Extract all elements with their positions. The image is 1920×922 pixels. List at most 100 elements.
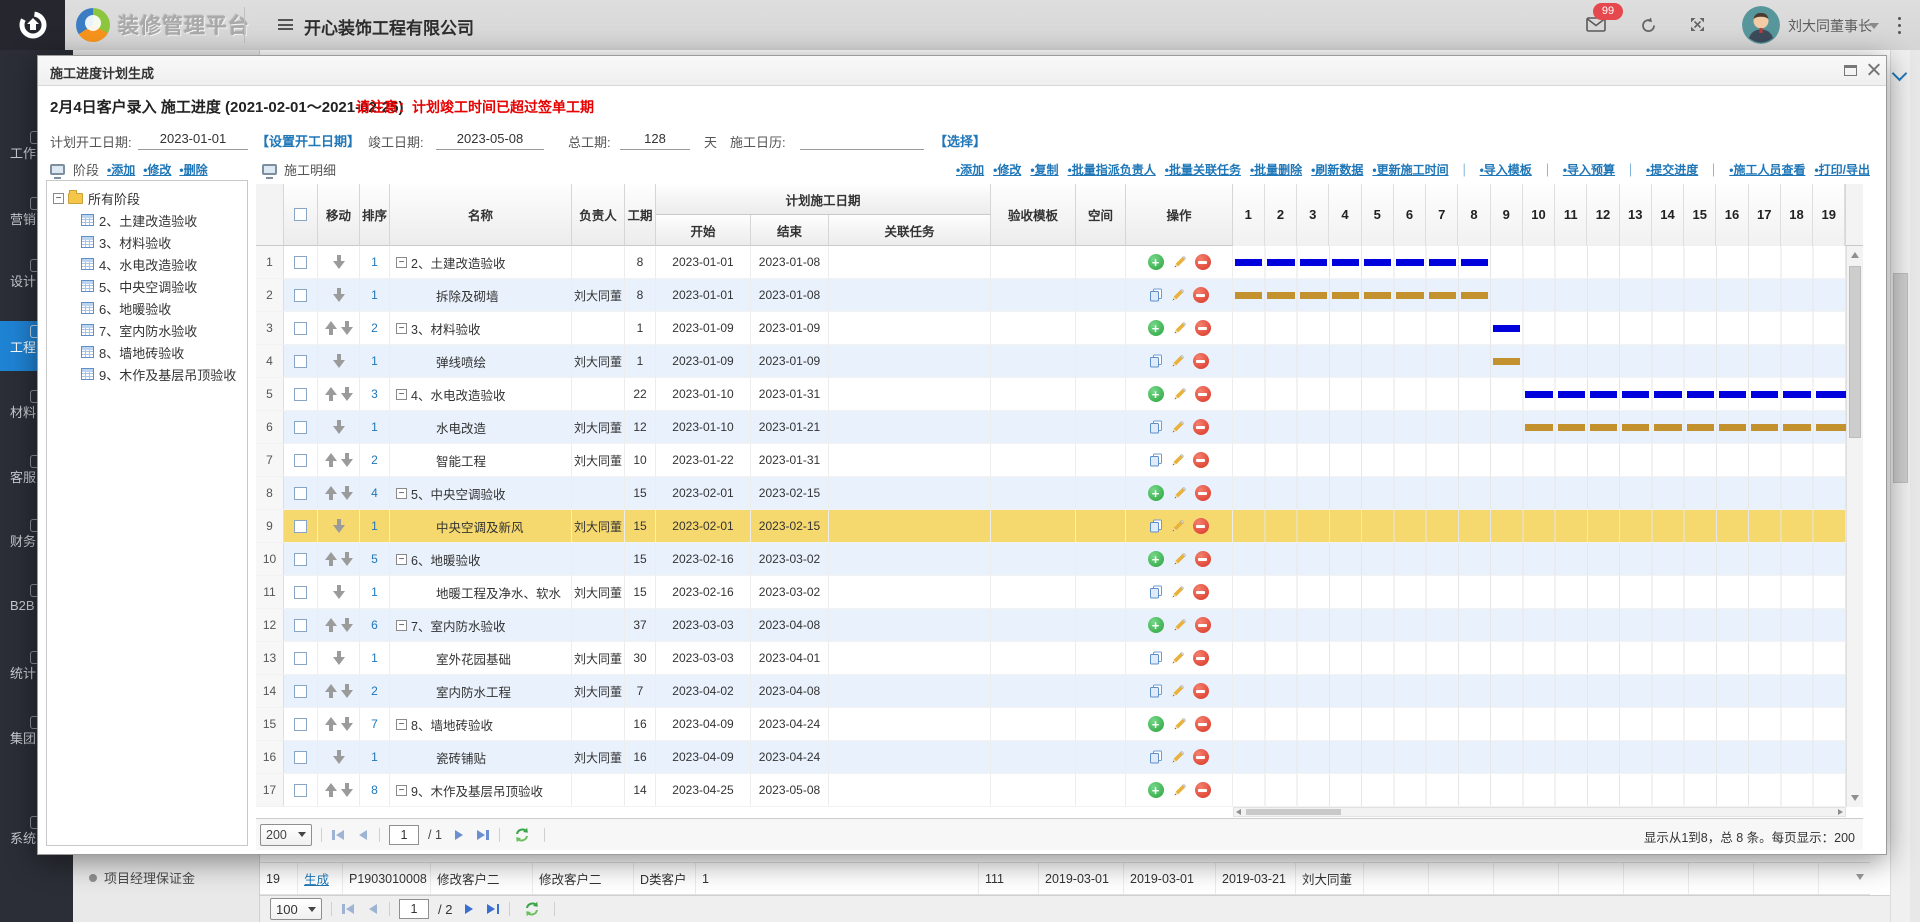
sort-order[interactable]: 8: [360, 774, 390, 806]
first-page-button[interactable]: [341, 902, 356, 916]
gantt-bar-segment[interactable]: [1654, 424, 1681, 431]
edit-icon[interactable]: [1171, 586, 1184, 599]
page-size-select[interactable]: 100: [270, 898, 322, 920]
col-accept-template[interactable]: 验收模板: [991, 184, 1076, 246]
move-down-icon[interactable]: [333, 420, 345, 434]
calendar-select-link[interactable]: 【选择】: [934, 131, 986, 150]
col-space[interactable]: 空间: [1076, 184, 1126, 246]
collapse-icon[interactable]: −: [396, 323, 407, 334]
add-icon[interactable]: +: [1148, 254, 1164, 270]
row-checkbox[interactable]: [294, 388, 307, 401]
reload-icon[interactable]: [513, 827, 531, 843]
gantt-bar-segment[interactable]: [1332, 292, 1359, 299]
gantt-bar-segment[interactable]: [1622, 424, 1649, 431]
sort-order[interactable]: 5: [360, 543, 390, 575]
scroll-up-icon[interactable]: [1851, 252, 1859, 258]
stage-action-link[interactable]: •添加: [107, 161, 135, 178]
gantt-bar-segment[interactable]: [1687, 391, 1714, 398]
move-down-icon[interactable]: [341, 387, 353, 401]
move-down-icon[interactable]: [333, 585, 345, 599]
toolbar-link[interactable]: •复制: [1030, 161, 1058, 178]
sort-order[interactable]: 1: [360, 345, 390, 377]
delete-icon[interactable]: [1193, 749, 1209, 765]
toolbar-link[interactable]: •施工人员查看: [1729, 161, 1805, 178]
delete-icon[interactable]: [1195, 320, 1211, 336]
sort-order[interactable]: 4: [360, 477, 390, 509]
gantt-bar-segment[interactable]: [1396, 259, 1423, 266]
user-menu-caret-icon[interactable]: [1869, 23, 1879, 29]
move-down-icon[interactable]: [341, 618, 353, 632]
move-down-icon[interactable]: [341, 552, 353, 566]
scroll-right-icon[interactable]: [1838, 809, 1843, 815]
move-up-icon[interactable]: [325, 321, 337, 335]
row-checkbox[interactable]: [294, 322, 307, 335]
edit-icon[interactable]: [1171, 355, 1184, 368]
add-icon[interactable]: +: [1148, 782, 1164, 798]
edit-icon[interactable]: [1171, 289, 1184, 302]
collapse-icon[interactable]: −: [396, 389, 407, 400]
move-down-icon[interactable]: [341, 453, 353, 467]
col-owner[interactable]: 负责人: [572, 184, 625, 246]
row-checkbox[interactable]: [294, 421, 307, 434]
sort-order[interactable]: 6: [360, 609, 390, 641]
delete-icon[interactable]: [1193, 419, 1209, 435]
delete-icon[interactable]: [1195, 782, 1211, 798]
row-checkbox[interactable]: [294, 289, 307, 302]
move-down-icon[interactable]: [333, 750, 345, 764]
stage-action-link[interactable]: •删除: [179, 161, 207, 178]
gantt-bar-segment[interactable]: [1332, 259, 1359, 266]
gantt-bar-segment[interactable]: [1235, 259, 1262, 266]
copy-icon[interactable]: [1149, 354, 1163, 368]
add-icon[interactable]: +: [1148, 551, 1164, 567]
page-scrollbar-thumb[interactable]: [1893, 273, 1908, 483]
close-button[interactable]: [1867, 62, 1881, 76]
move-down-icon[interactable]: [341, 717, 353, 731]
move-down-icon[interactable]: [333, 255, 345, 269]
copy-icon[interactable]: [1149, 750, 1163, 764]
gantt-bar-segment[interactable]: [1429, 292, 1456, 299]
toolbar-link[interactable]: •导入预算: [1563, 161, 1615, 178]
row-checkbox[interactable]: [294, 685, 307, 698]
finish-date-input[interactable]: 2023-05-08: [436, 128, 544, 150]
sort-order[interactable]: 1: [360, 411, 390, 443]
move-up-icon[interactable]: [325, 387, 337, 401]
row-checkbox[interactable]: [294, 619, 307, 632]
app-logo-icon[interactable]: [0, 0, 65, 50]
edit-icon[interactable]: [1173, 718, 1186, 731]
page-number-input[interactable]: [399, 899, 429, 919]
move-down-icon[interactable]: [341, 486, 353, 500]
page-size-select[interactable]: 200: [260, 824, 312, 846]
scroll-down-icon[interactable]: [1851, 795, 1859, 801]
copy-icon[interactable]: [1149, 651, 1163, 665]
edit-icon[interactable]: [1171, 751, 1184, 764]
subpanel-item-deposit[interactable]: 项目经理保证金: [89, 868, 195, 887]
toolbar-link[interactable]: •添加: [956, 161, 984, 178]
col-related-task[interactable]: 关联任务: [829, 215, 991, 246]
edit-icon[interactable]: [1171, 652, 1184, 665]
edit-icon[interactable]: [1173, 256, 1186, 269]
move-down-icon[interactable]: [333, 354, 345, 368]
gantt-bar-segment[interactable]: [1300, 259, 1327, 266]
sort-order[interactable]: 1: [360, 576, 390, 608]
gantt-bar-segment[interactable]: [1267, 259, 1294, 266]
copy-icon[interactable]: [1149, 453, 1163, 467]
gantt-bar-segment[interactable]: [1364, 259, 1391, 266]
add-icon[interactable]: +: [1148, 617, 1164, 633]
gantt-bar-segment[interactable]: [1493, 358, 1520, 365]
gantt-bar-segment[interactable]: [1783, 424, 1810, 431]
add-icon[interactable]: +: [1148, 320, 1164, 336]
gantt-bar-segment[interactable]: [1558, 424, 1585, 431]
sort-order[interactable]: 1: [360, 279, 390, 311]
sort-order[interactable]: 1: [360, 510, 390, 542]
edit-icon[interactable]: [1173, 619, 1186, 632]
toolbar-link[interactable]: •更新施工时间: [1372, 161, 1448, 178]
move-down-icon[interactable]: [333, 288, 345, 302]
first-page-button[interactable]: [331, 828, 346, 842]
tree-node[interactable]: 8、墙地砖验收: [53, 341, 247, 363]
edit-icon[interactable]: [1171, 421, 1184, 434]
delete-icon[interactable]: [1193, 650, 1209, 666]
next-page-button[interactable]: [451, 828, 466, 842]
tree-node[interactable]: 6、地暖验收: [53, 297, 247, 319]
edit-icon[interactable]: [1173, 487, 1186, 500]
add-icon[interactable]: +: [1148, 485, 1164, 501]
